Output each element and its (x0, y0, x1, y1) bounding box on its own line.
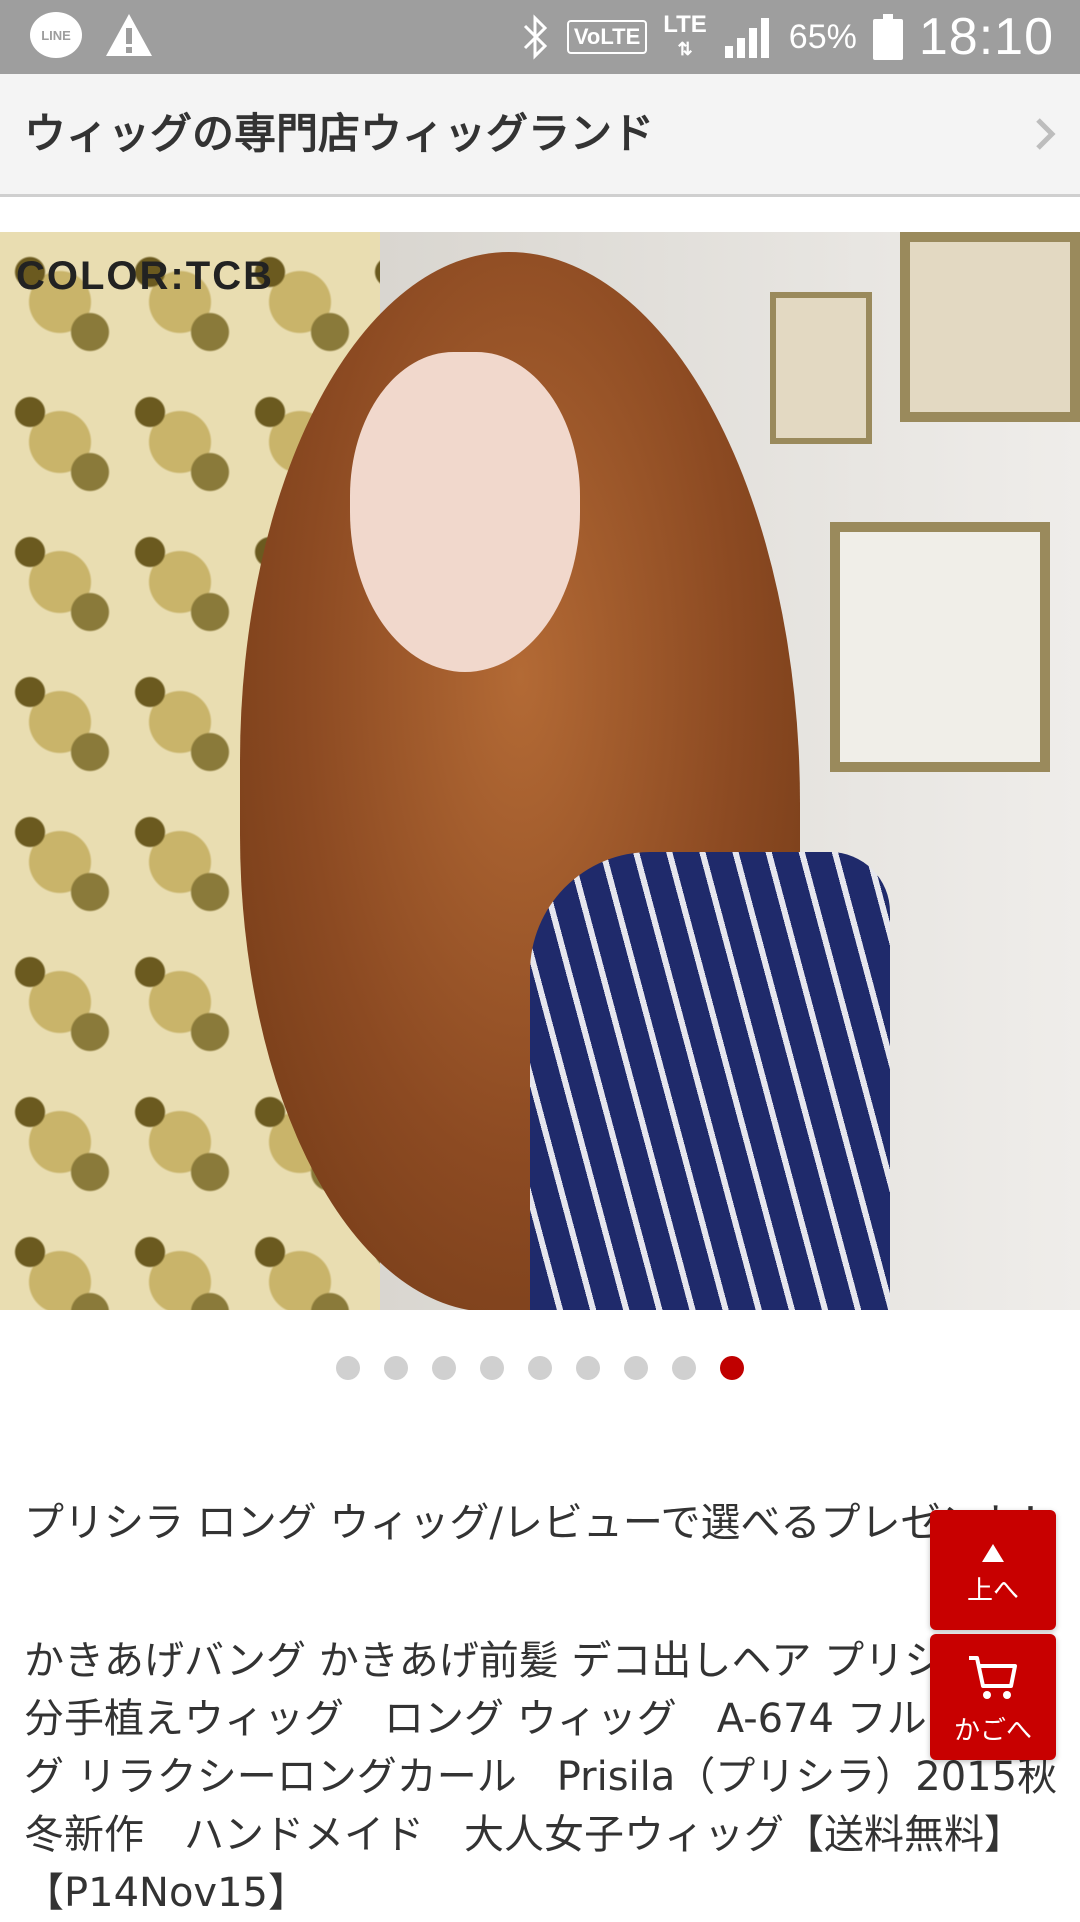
carousel-dot[interactable] (480, 1356, 504, 1380)
carousel-dot[interactable] (528, 1356, 552, 1380)
scroll-to-top-button[interactable]: 上へ (930, 1510, 1056, 1630)
carousel-dot[interactable] (576, 1356, 600, 1380)
image-frame (770, 292, 872, 444)
product-title: プリシラ ロング ウィッグ/レビューで選べるプレゼント！ (24, 1500, 1061, 1546)
product-image[interactable]: COLOR:TCB (0, 232, 1080, 1310)
product-description: かきあげバング かきあげ前髪 デコ出しヘア プリシラ 部分手植えウィッグ ロング… (24, 1638, 1058, 1916)
warning-icon (106, 14, 152, 56)
carousel-dot[interactable] (384, 1356, 408, 1380)
image-frame (900, 232, 1080, 422)
line-app-icon: LINE (30, 12, 82, 58)
cart-icon (969, 1656, 1017, 1699)
battery-icon (872, 14, 903, 60)
clock: 18:10 (918, 8, 1054, 66)
carousel-dot[interactable] (336, 1356, 360, 1380)
status-bar: LINE VoLTE LTE ⇅ 65% 18:10 (0, 0, 1080, 74)
signal-icon (724, 18, 769, 58)
chevron-right-icon (1036, 118, 1056, 150)
go-to-cart-button[interactable]: かごへ (930, 1634, 1056, 1760)
shop-header[interactable]: ウィッグの専門店ウィッグランド (0, 74, 1080, 197)
carousel-dot[interactable] (432, 1356, 456, 1380)
go-to-cart-label: かごへ (953, 1716, 1032, 1746)
lte-indicator: LTE ⇅ (663, 11, 707, 60)
carousel-dot[interactable] (624, 1356, 648, 1380)
volte-badge: VoLTE (566, 20, 648, 54)
bluetooth-icon (523, 14, 547, 60)
image-frame (830, 522, 1050, 772)
carousel-dot-active[interactable] (720, 1356, 744, 1380)
carousel-dots (0, 1356, 1080, 1380)
battery-percent: 65% (788, 17, 857, 56)
image-model-face (350, 352, 580, 672)
image-model-shirt (530, 852, 890, 1310)
scroll-to-top-label: 上へ (966, 1576, 1019, 1606)
color-caption: COLOR:TCB (16, 254, 274, 298)
shop-title: ウィッグの専門店ウィッグランド (24, 109, 655, 158)
carousel-dot[interactable] (672, 1356, 696, 1380)
arrow-up-icon (982, 1544, 1004, 1562)
